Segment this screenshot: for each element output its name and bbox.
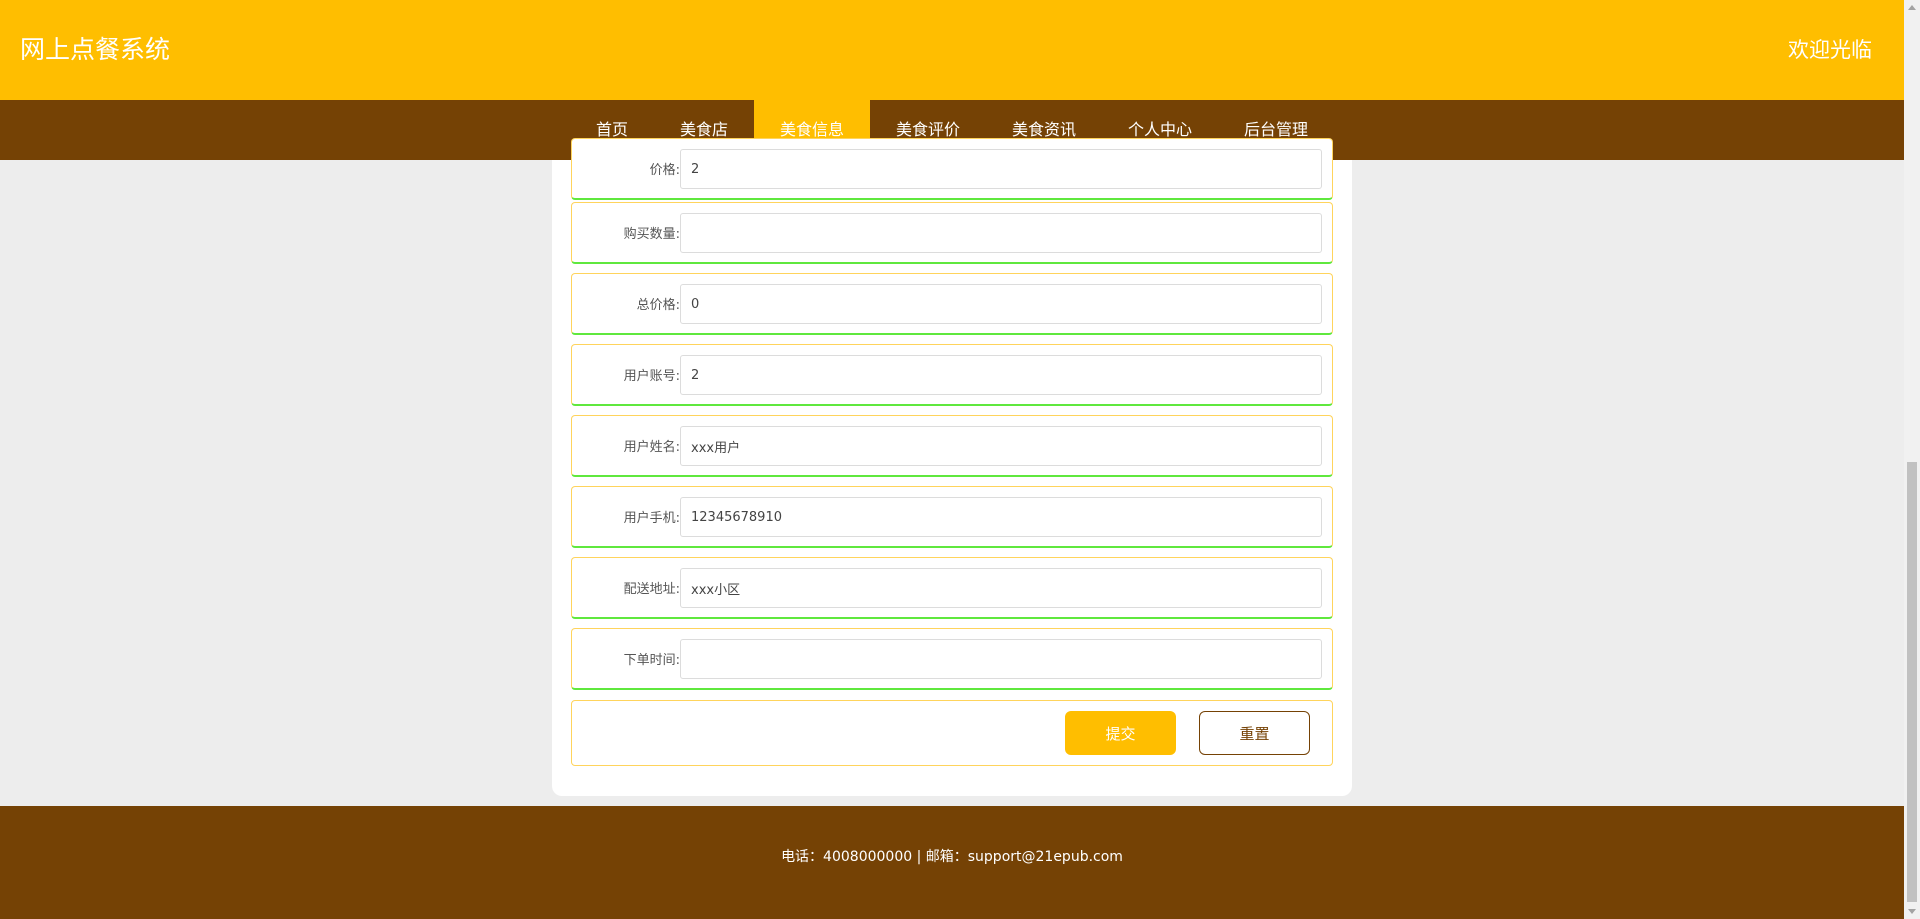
welcome-text: 欢迎光临 (1788, 38, 1872, 62)
user-name-input[interactable] (680, 426, 1322, 466)
order-time-label: 下单时间: (623, 653, 680, 668)
form-row-price: 价格: (571, 138, 1333, 200)
site-title: 网上点餐系统 (20, 35, 171, 64)
user-account-input[interactable] (680, 355, 1322, 395)
user-account-label: 用户账号: (623, 369, 680, 384)
page-scrollbar[interactable] (1904, 0, 1920, 919)
scroll-up-icon[interactable] (1908, 5, 1916, 10)
quantity-label: 购买数量: (623, 227, 680, 242)
form-row-user-name: 用户姓名: (571, 415, 1333, 477)
scrollbar-thumb[interactable] (1907, 462, 1917, 902)
scroll-down-icon[interactable] (1908, 909, 1916, 914)
price-label: 价格: (649, 163, 680, 178)
form-row-user-phone: 用户手机: (571, 486, 1333, 548)
quantity-input[interactable] (680, 213, 1322, 253)
site-footer: 电话：4008000000 | 邮箱：support@21epub.com (0, 806, 1904, 919)
order-time-input[interactable] (680, 639, 1322, 679)
site-header: 网上点餐系统 欢迎光临 (0, 0, 1904, 100)
user-name-label: 用户姓名: (623, 440, 680, 455)
footer-contact: 电话：4008000000 | 邮箱：support@21epub.com (781, 849, 1123, 865)
delivery-address-label: 配送地址: (623, 582, 680, 597)
form-row-quantity: 购买数量: (571, 202, 1333, 264)
user-phone-input[interactable] (680, 497, 1322, 537)
form-row-order-time: 下单时间: (571, 628, 1333, 690)
form-actions: 提交 重置 (571, 700, 1333, 766)
price-input[interactable] (680, 149, 1322, 189)
user-phone-label: 用户手机: (623, 511, 680, 526)
reset-button[interactable]: 重置 (1199, 711, 1310, 755)
form-row-delivery-address: 配送地址: (571, 557, 1333, 619)
total-price-input[interactable] (680, 284, 1322, 324)
content-area: 价格: 购买数量: 总价格: 用户账号: 用户姓名: 用户手机: 配送地址: (0, 138, 1904, 796)
form-row-total-price: 总价格: (571, 273, 1333, 335)
order-form: 价格: 购买数量: 总价格: 用户账号: 用户姓名: 用户手机: 配送地址: (552, 138, 1352, 796)
delivery-address-input[interactable] (680, 568, 1322, 608)
total-price-label: 总价格: (636, 298, 680, 313)
submit-button[interactable]: 提交 (1065, 711, 1176, 755)
form-row-user-account: 用户账号: (571, 344, 1333, 406)
